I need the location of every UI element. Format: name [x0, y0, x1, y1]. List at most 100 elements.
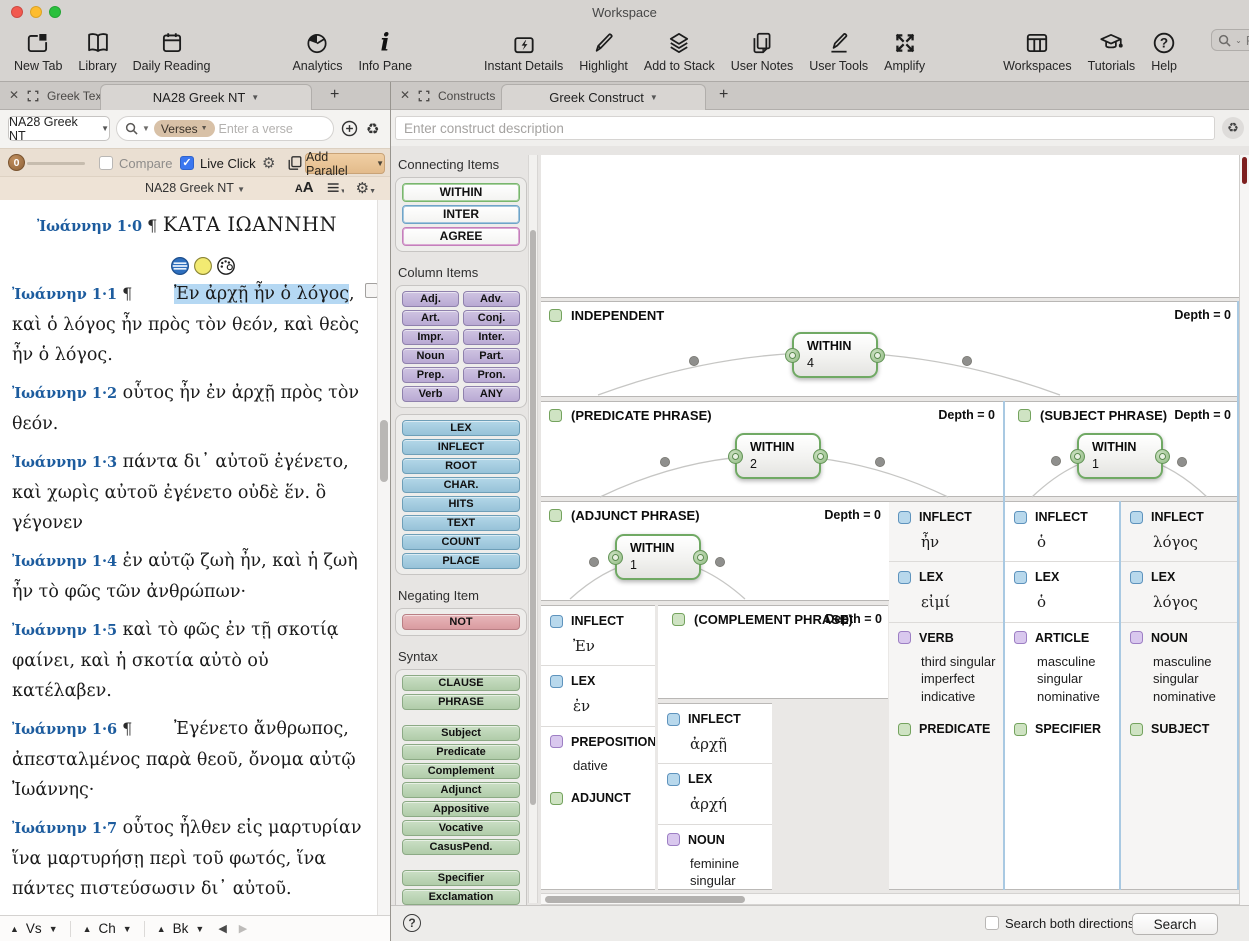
info-pane-button[interactable]: i Info Pane — [359, 29, 413, 73]
down-arrow-icon[interactable]: ▼ — [49, 924, 58, 934]
daily-reading-button[interactable]: Daily Reading — [133, 29, 211, 73]
palette-pos-inter-button[interactable]: Inter. — [463, 329, 520, 345]
search-button[interactable]: Search — [1132, 913, 1218, 935]
palette-inter-button[interactable]: INTER — [402, 205, 520, 224]
palette-agree-button[interactable]: AGREE — [402, 227, 520, 246]
research-search-input[interactable]: ⌄ Research — [1211, 29, 1249, 51]
connector-lug-left[interactable] — [785, 348, 800, 363]
palette-pos-verb-button[interactable]: Verb — [402, 386, 459, 402]
independent-clause-panel[interactable]: INDEPENDENT Depth = 0 WITHIN 4 — [541, 301, 1239, 397]
within-connector-node[interactable]: WITHIN 1 — [1077, 433, 1163, 479]
search-scope-pill[interactable]: Verses ▼ — [154, 120, 215, 137]
palette-pos-part-button[interactable]: Part. — [463, 348, 520, 364]
within-connector-node[interactable]: WITHIN 4 — [792, 332, 878, 378]
add-tab-button[interactable]: + — [719, 85, 728, 105]
connector-lug-left[interactable] — [728, 449, 743, 464]
palette-syntax-complement-button[interactable]: Complement — [402, 763, 520, 779]
palette-attr-count-button[interactable]: COUNT — [402, 534, 520, 550]
construct-cell-specifier[interactable]: SPECIFIER — [1005, 714, 1119, 745]
font-size-icon[interactable]: AA — [295, 179, 314, 197]
user-tools-button[interactable]: User Tools — [809, 29, 868, 73]
construct-description-input[interactable] — [395, 116, 1215, 140]
predicate-phrase-panel[interactable]: (PREDICATE PHRASE) Depth = 0 WITHIN 2 — [541, 401, 1003, 497]
highlight-button[interactable]: Highlight — [579, 29, 628, 73]
palette-syntax-phrase-button[interactable]: PHRASE — [402, 694, 520, 710]
new-tab-button[interactable]: New Tab — [14, 29, 62, 73]
palette-syntax-specifier-button[interactable]: Specifier — [402, 870, 520, 886]
verse-search-field[interactable]: ▼ Verses ▼ Enter a verse — [116, 116, 334, 141]
palette-attr-text-button[interactable]: TEXT — [402, 515, 520, 531]
construct-cell-lex[interactable]: LEXὁ — [1005, 562, 1119, 622]
palette-attr-inflect-button[interactable]: INFLECT — [402, 439, 520, 455]
add-tab-button[interactable]: + — [330, 85, 339, 105]
scrollbar-thumb[interactable] — [380, 420, 388, 482]
verse-nav-vs[interactable]: ▲Vs▼ — [10, 921, 58, 936]
palette-within-button[interactable]: WITHIN — [402, 183, 520, 202]
palette-pos-prep-button[interactable]: Prep. — [402, 367, 459, 383]
connector-lug-right[interactable] — [1155, 449, 1170, 464]
tab-greek-construct[interactable]: Greek Construct ▼ — [501, 84, 706, 110]
palette-attr-place-button[interactable]: PLACE — [402, 553, 520, 569]
construct-cell-inflect[interactable]: INFLECTἀρχῇ — [658, 704, 772, 764]
palette-syntax-adjunct-button[interactable]: Adjunct — [402, 782, 520, 798]
instant-details-button[interactable]: Instant Details — [484, 29, 563, 73]
palette-pos-adv-button[interactable]: Adv. — [463, 291, 520, 307]
live-click-settings-gear-icon[interactable]: ⚙ — [262, 154, 275, 172]
water-highlight-icon[interactable] — [170, 256, 190, 276]
construct-cell-lex[interactable]: LEXἐν — [541, 666, 655, 726]
expand-pane-icon[interactable] — [418, 90, 430, 102]
construct-cell-predicate[interactable]: PREDICATE — [889, 714, 1003, 745]
construct-cell-inflect[interactable]: INFLECTλόγος — [1121, 502, 1237, 562]
palette-pos-adj-button[interactable]: Adj. — [402, 291, 459, 307]
construct-cell-noun[interactable]: NOUNmasculine singular nominative — [1121, 623, 1237, 715]
construct-cell-article[interactable]: ARTICLEmasculine singular nominative — [1005, 623, 1119, 715]
construct-cell-lex[interactable]: LEXεἰμί — [889, 562, 1003, 622]
connector-lug-left[interactable] — [1070, 449, 1085, 464]
user-notes-button[interactable]: User Notes — [731, 29, 794, 73]
tutorials-button[interactable]: Tutorials — [1088, 29, 1135, 73]
live-click-checkbox[interactable]: ✓ — [180, 156, 194, 170]
palette-syntax-clause-button[interactable]: CLAUSE — [402, 675, 520, 691]
yellow-highlight-icon[interactable] — [193, 256, 213, 276]
construct-cell-verb[interactable]: VERBthird singular imperfect indicative — [889, 623, 1003, 715]
up-arrow-icon[interactable]: ▲ — [83, 924, 92, 934]
gear-menu-icon[interactable]: ⚙▼ — [356, 179, 376, 197]
palette-attr-root-button[interactable]: ROOT — [402, 458, 520, 474]
palette-syntax-vocative-button[interactable]: Vocative — [402, 820, 520, 836]
pane-divider[interactable] — [390, 82, 391, 941]
palette-pos-any-button[interactable]: ANY — [463, 386, 520, 402]
construct-cell-inflect[interactable]: INFLECTὁ — [1005, 502, 1119, 562]
empty-clause-band[interactable] — [541, 155, 1239, 298]
update-recycle-icon[interactable]: ♻ — [1222, 117, 1244, 139]
palette-icon[interactable] — [216, 256, 236, 276]
construct-cell-lex[interactable]: LEXἀρχή — [658, 764, 772, 824]
within-connector-node[interactable]: WITHIN 2 — [735, 433, 821, 479]
scrollbar-thumb[interactable] — [545, 896, 745, 903]
update-recycle-icon[interactable]: ♻ — [366, 120, 379, 138]
column-divider[interactable] — [1237, 301, 1239, 890]
canvas-vertical-scrollbar[interactable] — [1239, 155, 1249, 905]
help-icon[interactable]: ? — [403, 914, 421, 932]
palette-syntax-predicate-button[interactable]: Predicate — [402, 744, 520, 760]
connector-lug-right[interactable] — [693, 550, 708, 565]
expand-pane-icon[interactable] — [27, 90, 39, 102]
library-button[interactable]: Library — [78, 29, 116, 73]
column-divider[interactable] — [1003, 401, 1005, 890]
vertical-scrollbar[interactable] — [377, 200, 390, 915]
palette-pos-impr-button[interactable]: Impr. — [402, 329, 459, 345]
down-arrow-icon[interactable]: ▼ — [195, 924, 204, 934]
palette-attr-char-button[interactable]: CHAR. — [402, 477, 520, 493]
adjunct-phrase-panel[interactable]: (ADJUNCT PHRASE) Depth = 0 WITHIN 1 — [541, 501, 889, 601]
scrollbar-thumb[interactable] — [530, 230, 536, 805]
connector-lug-right[interactable] — [870, 348, 885, 363]
palette-syntax-casuspend-button[interactable]: CasusPend. — [402, 839, 520, 855]
module-selector-button[interactable]: NA28 Greek NT ▼ — [8, 116, 110, 141]
close-pane-icon[interactable]: ✕ — [9, 88, 19, 102]
subject-phrase-panel[interactable]: (SUBJECT PHRASE) Depth = 0 WITHIN 1 — [1005, 401, 1239, 497]
scrollbar-thumb[interactable] — [1242, 157, 1247, 184]
within-connector-node[interactable]: WITHIN 1 — [615, 534, 701, 580]
palette-pos-noun-button[interactable]: Noun — [402, 348, 459, 364]
construct-cell-inflect[interactable]: INFLECTἦν — [889, 502, 1003, 562]
compare-checkbox[interactable] — [99, 156, 113, 170]
construct-cell-preposition[interactable]: PREPOSITIONdative — [541, 727, 655, 784]
